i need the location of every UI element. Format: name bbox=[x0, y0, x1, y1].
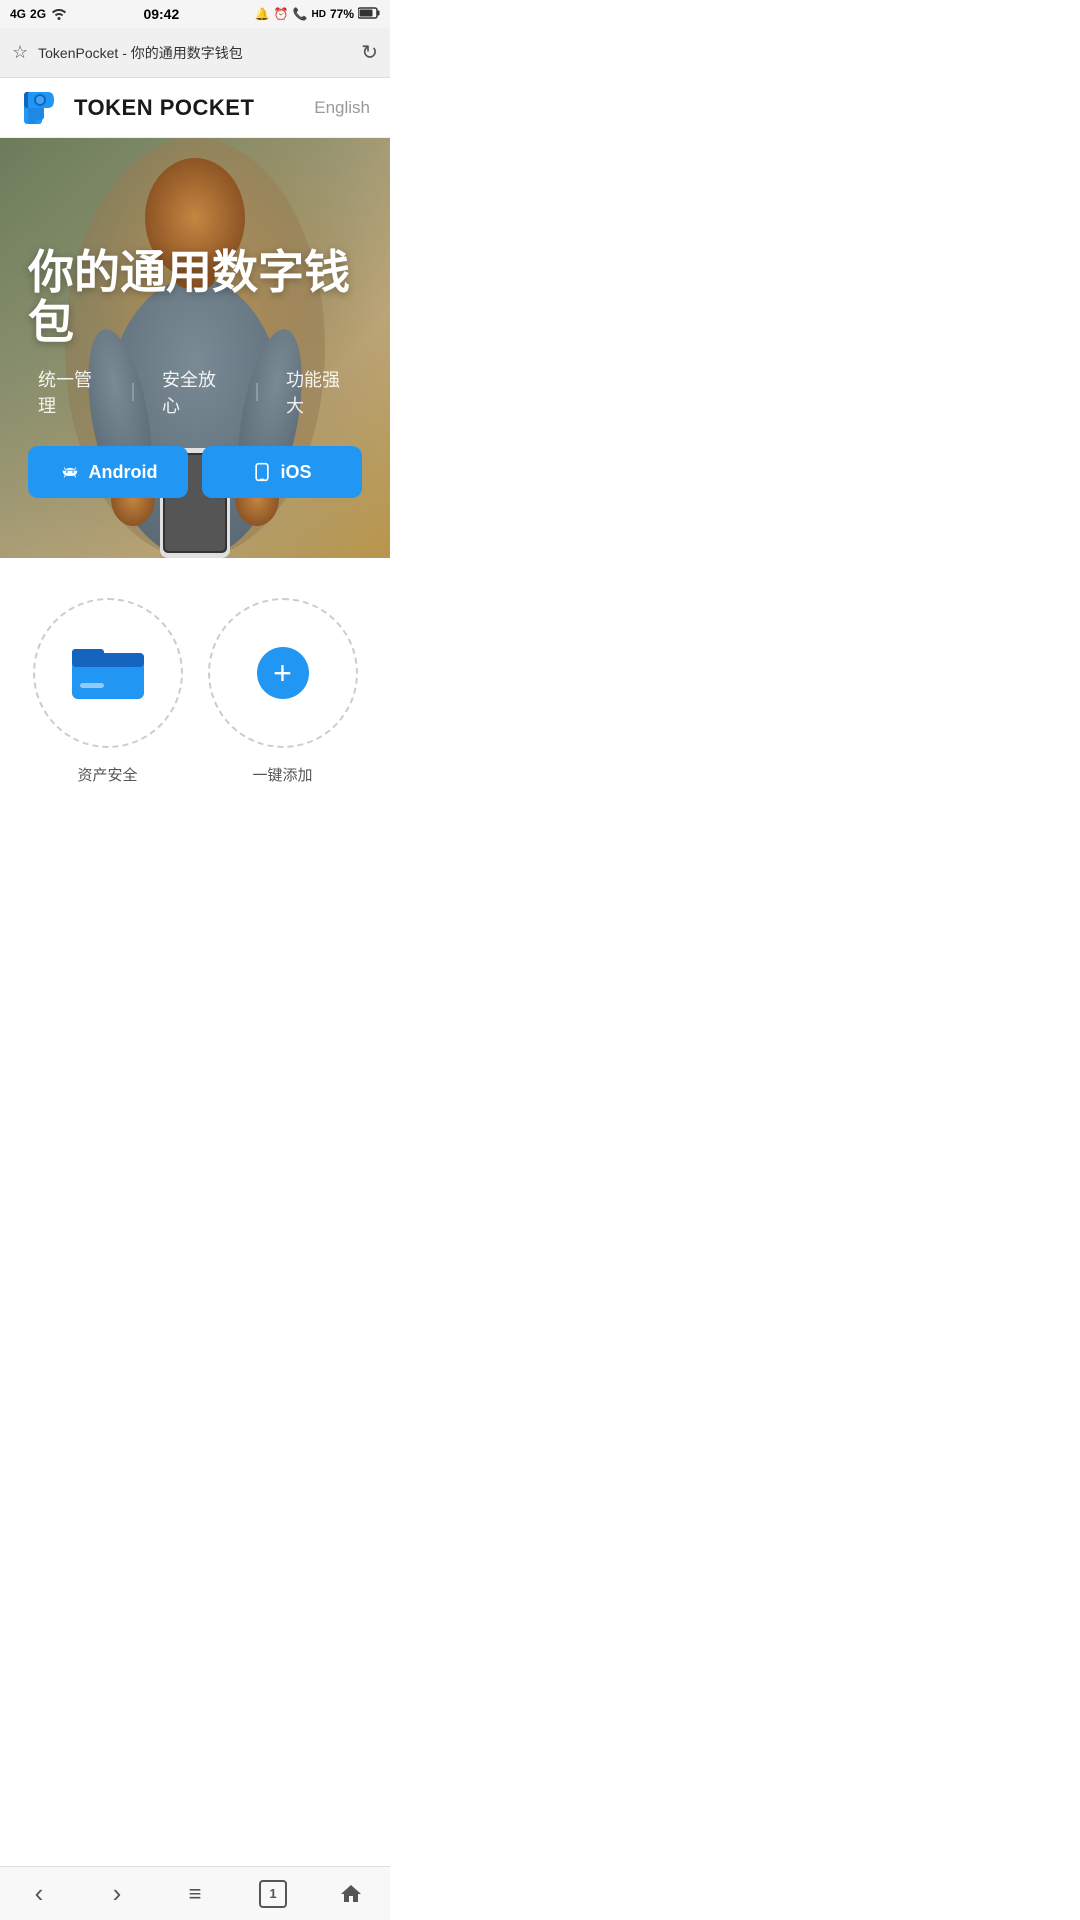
forward-icon: › bbox=[113, 1878, 122, 1909]
subtitle-part-3: 功能强大 bbox=[276, 366, 362, 418]
battery-text: 77% bbox=[330, 7, 354, 21]
subtitle-part-1: 统一管理 bbox=[28, 366, 114, 418]
logo-icon bbox=[20, 86, 64, 130]
android-btn-label: Android bbox=[89, 462, 158, 483]
features-section: 资产安全 + 一键添加 bbox=[0, 558, 390, 805]
wallet-icon bbox=[72, 647, 144, 699]
logo-container[interactable]: TOKEN POCKET bbox=[20, 86, 254, 130]
divider-1: ｜ bbox=[114, 379, 152, 405]
signal-2g: 2G bbox=[30, 7, 46, 21]
ios-download-button[interactable]: iOS bbox=[202, 446, 362, 498]
status-signal: 4G 2G bbox=[10, 6, 68, 23]
hero-subtitle: 统一管理 ｜ 安全放心 ｜ 功能强大 bbox=[28, 366, 362, 418]
feature-label-add: 一键添加 bbox=[252, 764, 312, 785]
home-icon bbox=[339, 1882, 363, 1906]
subtitle-part-2: 安全放心 bbox=[152, 366, 238, 418]
back-button[interactable]: ‹ bbox=[17, 1872, 61, 1916]
hero-section: 你的通用数字钱包 统一管理 ｜ 安全放心 ｜ 功能强大 Android bbox=[0, 138, 390, 558]
feature-circle-add: + bbox=[208, 598, 358, 748]
alarm-icon: ⏰ bbox=[274, 7, 289, 21]
menu-button[interactable]: ≡ bbox=[173, 1872, 217, 1916]
tab-count-badge: 1 bbox=[259, 1880, 287, 1908]
status-right-icons: 🔔 ⏰ 📞 HD 77% bbox=[255, 7, 380, 22]
android-icon bbox=[59, 461, 81, 483]
back-icon: ‹ bbox=[35, 1878, 44, 1909]
hero-title: 你的通用数字钱包 bbox=[28, 247, 362, 348]
ios-btn-label: iOS bbox=[280, 462, 311, 483]
hd-icon: HD bbox=[312, 9, 326, 20]
tabs-button[interactable]: 1 bbox=[251, 1872, 295, 1916]
status-bar: 4G 2G 09:42 🔔 ⏰ 📞 HD 77% bbox=[0, 0, 390, 28]
add-icon: + bbox=[257, 647, 309, 699]
signal-4g: 4G bbox=[10, 7, 26, 21]
bell-icon: 🔔 bbox=[255, 7, 270, 21]
menu-icon: ≡ bbox=[189, 1881, 202, 1907]
feature-item-wallet: 资产安全 bbox=[33, 598, 183, 785]
tab-count: 1 bbox=[269, 1886, 276, 1901]
feature-circle-wallet bbox=[33, 598, 183, 748]
logo-text: TOKEN POCKET bbox=[74, 95, 254, 121]
bottom-navigation: ‹ › ≡ 1 bbox=[0, 1866, 390, 1920]
android-download-button[interactable]: Android bbox=[28, 446, 188, 498]
bookmark-icon[interactable]: ☆ bbox=[12, 42, 28, 63]
home-button[interactable] bbox=[329, 1872, 373, 1916]
language-switcher[interactable]: English bbox=[314, 98, 370, 118]
forward-button[interactable]: › bbox=[95, 1872, 139, 1916]
hero-content: 你的通用数字钱包 统一管理 ｜ 安全放心 ｜ 功能强大 Android bbox=[0, 247, 390, 498]
browser-bar: ☆ TokenPocket - 你的通用数字钱包 ↻ bbox=[0, 28, 390, 78]
hero-buttons: Android iOS bbox=[28, 446, 362, 498]
feature-label-wallet: 资产安全 bbox=[77, 764, 137, 785]
divider-2: ｜ bbox=[238, 379, 276, 405]
url-bar[interactable]: TokenPocket - 你的通用数字钱包 bbox=[38, 43, 351, 63]
navbar: TOKEN POCKET English bbox=[0, 78, 390, 138]
feature-item-add: + 一键添加 bbox=[208, 598, 358, 785]
refresh-button[interactable]: ↻ bbox=[361, 40, 378, 65]
ios-icon bbox=[252, 461, 272, 483]
wifi-icon bbox=[50, 6, 68, 23]
call-icon: 📞 bbox=[293, 7, 308, 21]
status-time: 09:42 bbox=[143, 6, 179, 22]
battery-icon bbox=[358, 7, 380, 22]
